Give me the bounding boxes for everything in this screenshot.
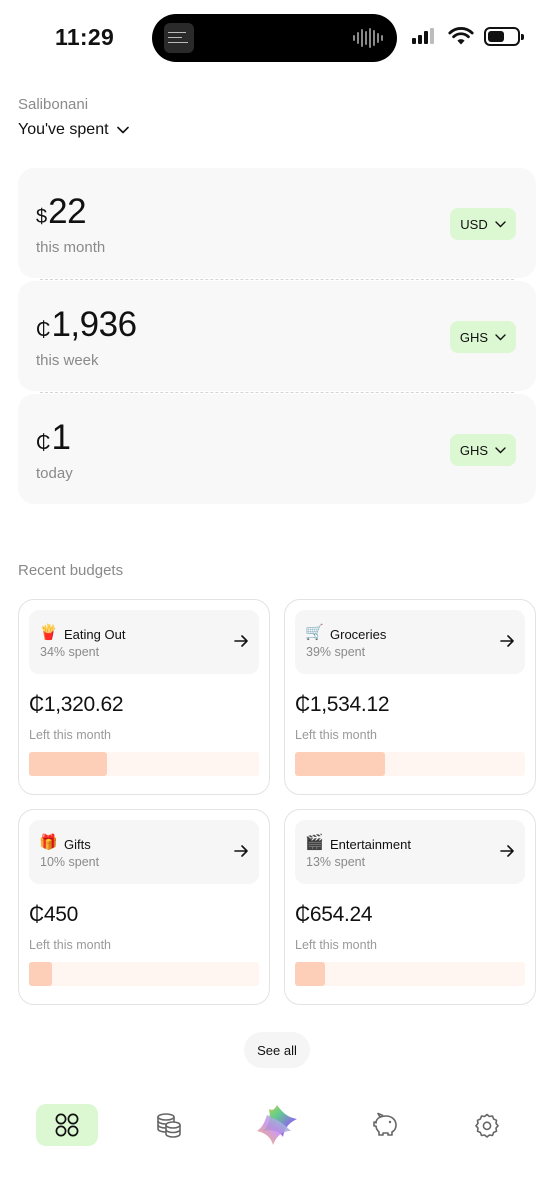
settings-gear-icon bbox=[475, 1113, 499, 1138]
budget-progress-bar bbox=[295, 752, 525, 776]
clapperboard-icon: 🎬 bbox=[305, 834, 324, 851]
dashboard-grid-icon bbox=[55, 1113, 79, 1137]
spent-period-dropdown[interactable]: You've spent bbox=[18, 121, 129, 139]
currency-select-ghs[interactable]: GHS bbox=[450, 434, 516, 466]
budget-header: 🍟 Eating Out 34% spent bbox=[29, 610, 259, 674]
arrow-right-icon[interactable] bbox=[499, 843, 515, 859]
budget-grid: 🍟 Eating Out 34% spent ₵1,320.62 Left th… bbox=[18, 599, 536, 1005]
currency-symbol: ₵ bbox=[36, 319, 51, 341]
budget-progress-bar bbox=[29, 962, 259, 986]
bottom-nav bbox=[0, 1094, 554, 1158]
budget-card-eating-out[interactable]: 🍟 Eating Out 34% spent ₵1,320.62 Left th… bbox=[18, 599, 270, 795]
budget-header: 🎁 Gifts 10% spent bbox=[29, 820, 259, 884]
budget-amount: ₵1,320.62 bbox=[29, 693, 124, 716]
spend-card-today: ₵ 1 today GHS bbox=[18, 394, 536, 504]
budget-amount: ₵450 bbox=[29, 903, 79, 926]
budget-card-entertainment[interactable]: 🎬 Entertainment 13% spent ₵654.24 Left t… bbox=[284, 809, 536, 1005]
currency-code: USD bbox=[460, 216, 488, 232]
shopping-cart-icon: 🛒 bbox=[305, 624, 324, 641]
fries-icon: 🍟 bbox=[39, 624, 58, 641]
arrow-right-icon[interactable] bbox=[233, 843, 249, 859]
budget-subtitle: Left this month bbox=[29, 728, 111, 742]
budget-card-groceries[interactable]: 🛒 Groceries 39% spent ₵1,534.12 Left thi… bbox=[284, 599, 536, 795]
budget-name: Entertainment bbox=[330, 837, 411, 852]
app-logo-icon bbox=[257, 1105, 297, 1145]
budget-name: Groceries bbox=[330, 627, 387, 642]
spending-summary: $ 22 this month USD ₵ 1,936 this week GH… bbox=[18, 168, 536, 507]
chevron-down-icon bbox=[495, 220, 506, 227]
arrow-right-icon[interactable] bbox=[233, 633, 249, 649]
budget-subtitle: Left this month bbox=[295, 938, 377, 952]
spend-period: today bbox=[36, 465, 73, 482]
currency-symbol: $ bbox=[36, 206, 48, 228]
spend-period: this month bbox=[36, 239, 106, 256]
nav-savings[interactable] bbox=[362, 1104, 408, 1146]
budget-progress-fill bbox=[295, 752, 385, 776]
nav-home-logo[interactable] bbox=[250, 1098, 304, 1152]
budget-subtitle: Left this month bbox=[295, 728, 377, 742]
currency-select-ghs[interactable]: GHS bbox=[450, 321, 516, 353]
currency-code: GHS bbox=[459, 442, 489, 458]
nav-settings[interactable] bbox=[464, 1104, 510, 1146]
currency-symbol: ₵ bbox=[36, 432, 51, 454]
spend-period: this week bbox=[36, 352, 99, 369]
chevron-down-icon bbox=[495, 333, 506, 340]
album-art-icon bbox=[164, 23, 194, 53]
budget-name: Eating Out bbox=[64, 627, 126, 642]
budget-percent: 39% spent bbox=[306, 645, 366, 659]
see-all-button[interactable]: See all bbox=[244, 1032, 310, 1068]
budget-progress-fill bbox=[295, 962, 325, 986]
currency-select-usd[interactable]: USD bbox=[450, 208, 516, 240]
budget-progress-bar bbox=[295, 962, 525, 986]
gift-icon: 🎁 bbox=[39, 834, 58, 851]
recent-budgets-title: Recent budgets bbox=[18, 562, 124, 579]
greeting-text: Salibonani bbox=[18, 96, 89, 113]
budget-percent: 10% spent bbox=[40, 855, 100, 869]
budget-subtitle: Left this month bbox=[29, 938, 111, 952]
status-bar: 11:29 bbox=[0, 0, 554, 76]
spend-amount: ₵ 1,936 bbox=[36, 305, 137, 345]
status-time: 11:29 bbox=[55, 24, 115, 50]
budget-progress-fill bbox=[29, 962, 52, 986]
piggy-bank-icon bbox=[373, 1112, 397, 1136]
spend-amount: $ 22 bbox=[36, 192, 87, 232]
currency-code: GHS bbox=[459, 329, 489, 345]
budget-name: Gifts bbox=[64, 837, 91, 852]
spent-label: You've spent bbox=[18, 121, 109, 138]
nav-dashboard[interactable] bbox=[36, 1104, 98, 1146]
budget-amount: ₵654.24 bbox=[295, 903, 373, 926]
amount-value: 22 bbox=[48, 192, 87, 231]
wifi-icon bbox=[448, 27, 474, 45]
battery-icon bbox=[484, 27, 524, 46]
amount-value: 1,936 bbox=[51, 305, 137, 344]
budget-card-gifts[interactable]: 🎁 Gifts 10% spent ₵450 Left this month bbox=[18, 809, 270, 1005]
dynamic-island[interactable] bbox=[152, 14, 397, 62]
audio-waveform-icon bbox=[353, 28, 383, 48]
budget-progress-bar bbox=[29, 752, 259, 776]
amount-value: 1 bbox=[51, 418, 71, 457]
spend-card-week: ₵ 1,936 this week GHS bbox=[18, 281, 536, 393]
arrow-right-icon[interactable] bbox=[499, 633, 515, 649]
chevron-down-icon bbox=[116, 126, 129, 134]
coins-stack-icon bbox=[157, 1113, 181, 1138]
budget-percent: 34% spent bbox=[40, 645, 100, 659]
budget-header: 🎬 Entertainment 13% spent bbox=[295, 820, 525, 884]
chevron-down-icon bbox=[495, 446, 506, 453]
budget-amount: ₵1,534.12 bbox=[295, 693, 390, 716]
budget-progress-fill bbox=[29, 752, 108, 776]
budget-header: 🛒 Groceries 39% spent bbox=[295, 610, 525, 674]
spend-card-month: $ 22 this month USD bbox=[18, 168, 536, 280]
budget-percent: 13% spent bbox=[306, 855, 366, 869]
nav-transactions[interactable] bbox=[146, 1104, 192, 1146]
spend-amount: ₵ 1 bbox=[36, 418, 71, 458]
cellular-signal-icon bbox=[412, 28, 434, 44]
